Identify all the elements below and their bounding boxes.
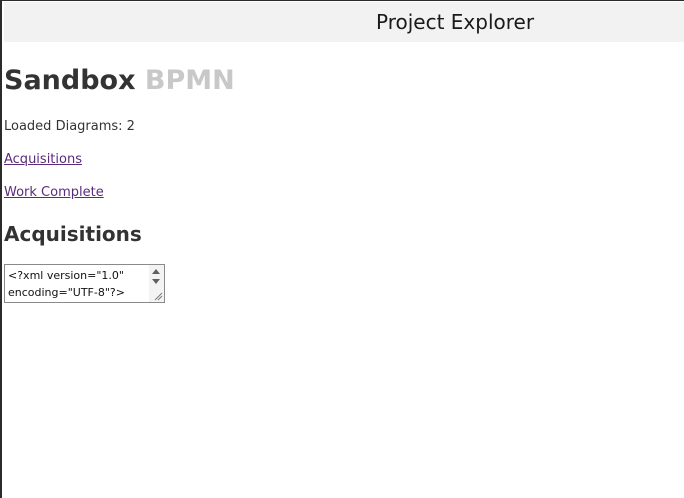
xml-textarea-value[interactable]: <?xml version="1.0" encoding="UTF-8"?>	[8, 267, 148, 301]
selected-diagram-heading: Acquisitions	[4, 222, 142, 246]
scroll-up-icon[interactable]	[152, 269, 160, 274]
loaded-diagrams-count: Loaded Diagrams: 2	[4, 119, 135, 134]
scroll-down-icon[interactable]	[152, 279, 160, 284]
page-title-subtitle: BPMN	[144, 65, 235, 96]
diagram-link-acquisitions[interactable]: Acquisitions	[4, 151, 82, 169]
page-title-brand: Sandbox	[4, 65, 136, 96]
diagram-link-work-complete[interactable]: Work Complete	[4, 184, 104, 202]
window-title: Project Explorer	[376, 10, 535, 34]
page-title: Sandbox BPMN	[4, 64, 235, 98]
resize-grip-icon[interactable]	[153, 291, 163, 301]
main-content: Sandbox BPMN Loaded Diagrams: 2 Acquisit…	[4, 42, 684, 498]
app-window: Project Explorer Sandbox BPMN Loaded Dia…	[0, 0, 684, 498]
xml-textarea[interactable]: <?xml version="1.0" encoding="UTF-8"?>	[4, 264, 165, 303]
title-bar: Project Explorer	[4, 2, 684, 42]
